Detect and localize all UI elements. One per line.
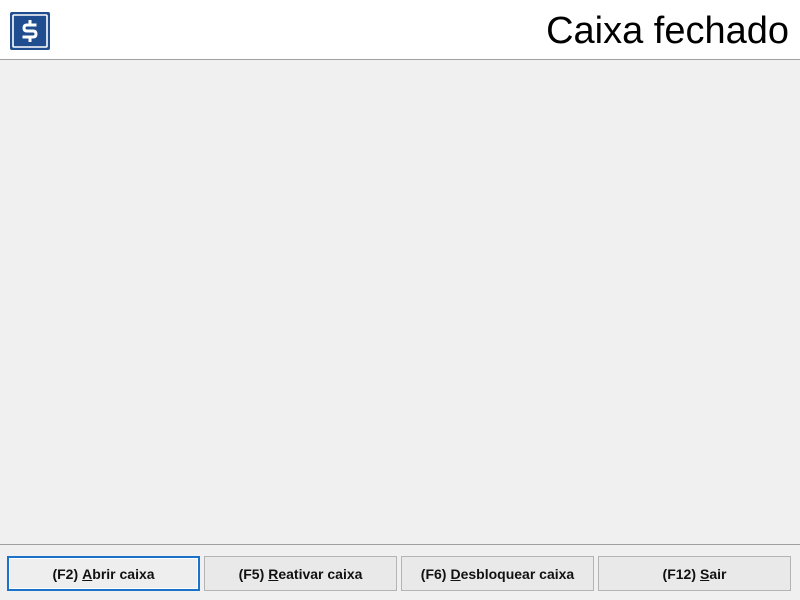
button-label: eativar caixa — [278, 565, 363, 582]
open-register-button[interactable]: (F2) Abrir caixa — [7, 556, 200, 591]
accelerator-letter: S — [699, 565, 710, 582]
dollar-sign-icon — [10, 12, 50, 50]
accelerator-letter: A — [82, 565, 93, 582]
footer-button-bar: (F2) Abrir caixa (F5) Reativar caixa (F6) D… — [0, 544, 800, 600]
reactivate-register-button[interactable]: (F5) Reativar caixa — [204, 556, 397, 591]
register-status-title: Caixa fechado — [546, 10, 789, 52]
accelerator-letter: D — [450, 565, 461, 582]
button-label: esbloquear caixa — [460, 565, 575, 582]
shortcut-key: (F2) — [52, 565, 79, 582]
button-label: air — [709, 565, 727, 582]
header-bar: Caixa fechado — [0, 0, 800, 60]
exit-button[interactable]: (F12) Sair — [598, 556, 791, 591]
pos-window: Caixa fechado (F2) Abrir caixa (F5) Reativ… — [0, 0, 800, 600]
shortcut-key: (F12) — [662, 565, 696, 582]
accelerator-letter: R — [268, 565, 279, 582]
shortcut-key: (F5) — [238, 565, 265, 582]
button-label: brir caixa — [92, 565, 155, 582]
shortcut-key: (F6) — [420, 565, 447, 582]
unlock-register-button[interactable]: (F6) Desbloquear caixa — [401, 556, 594, 591]
main-content-area — [0, 60, 800, 544]
